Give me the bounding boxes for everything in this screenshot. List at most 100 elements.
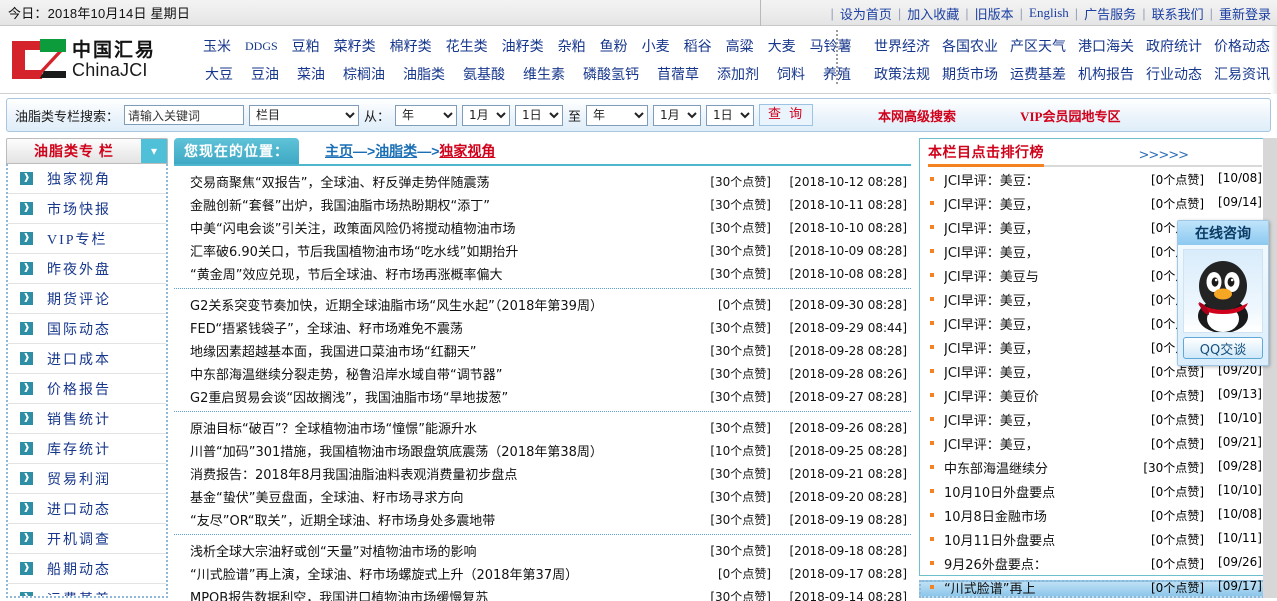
set-homepage-link[interactable]: 设为首页 (840, 4, 892, 23)
article-row[interactable]: 浅析全球大宗油籽或创“天量”对植物油市场的影响[30个点赞][2018-09-1… (174, 539, 911, 562)
nav-item-wheat[interactable]: 小麦 (635, 36, 677, 56)
nav-item-palmoil[interactable]: 棕榈油 (334, 64, 394, 84)
to-year-select[interactable]: 年 (586, 105, 648, 126)
article-title[interactable]: 消费报告：2018年8月我国油脂油料表观消费量初步盘点 (190, 464, 699, 483)
article-title[interactable]: FED“捂紧钱袋子”，全球油、籽市场难免不震荡 (190, 318, 699, 337)
nav-item-port-customs[interactable]: 港口海关 (1072, 36, 1140, 56)
nav-item-paddy[interactable]: 稻谷 (677, 36, 719, 56)
nav-item-fishmeal[interactable]: 鱼粉 (593, 36, 635, 56)
nav-item-policy-regulation[interactable]: 政策法规 (868, 64, 936, 84)
article-row[interactable]: “川式脸谱”再上演，全球油、籽市场螺旋式上升（2018年第37周）[0个点赞][… (174, 562, 911, 585)
site-logo[interactable]: 中国汇易 ChinaJCI (0, 26, 196, 94)
nav-item-oils[interactable]: 油脂类 (394, 64, 454, 84)
article-row[interactable]: G2重启贸易会谈“因故搁浅”，我国油脂市场“旱地拔葱”[30个点赞][2018-… (174, 385, 911, 408)
article-row[interactable]: FED“捂紧钱袋子”，全球油、籽市场难免不震荡[30个点赞][2018-09-2… (174, 316, 911, 339)
query-button[interactable]: 查 询 (759, 104, 813, 126)
ranking-item-title[interactable]: 9月26外盘要点： (944, 554, 1140, 573)
breadcrumb-home-link[interactable]: 主页 (325, 141, 353, 161)
article-title[interactable]: “川式脸谱”再上演，全球油、籽市场螺旋式上升（2018年第37周） (190, 564, 699, 583)
to-day-select[interactable]: 1日 (706, 105, 754, 126)
article-title[interactable]: “友尽”OR“取关”，近期全球油、籽市场身处多震地带 (190, 510, 699, 529)
article-row[interactable]: G2关系突变节奏加快，近期全球油脂市场“风生水起”（2018年第39周）[0个点… (174, 293, 911, 316)
article-title[interactable]: 基金“蛰伏”美豆盘面，全球油、籽市场寻求方向 (190, 487, 699, 506)
qq-chat-button[interactable]: QQ交谈 (1183, 337, 1263, 359)
nav-item-vitamin[interactable]: 维生素 (514, 64, 574, 84)
online-consult-widget[interactable]: 在线咨询 QQ交谈 (1177, 220, 1269, 366)
sidebar-header[interactable]: 油脂类专 栏 ▾ (6, 138, 168, 164)
article-title[interactable]: G2关系突变节奏加快，近期全球油脂市场“风生水起”（2018年第39周） (190, 295, 699, 314)
article-title[interactable]: 原油目标“破百”？全球植物油市场“憧憬”能源升水 (190, 418, 699, 437)
ranking-item-title[interactable]: JCI早评：美豆， (944, 338, 1140, 357)
article-row[interactable]: 金融创新“套餐”出炉，我国油脂市场热盼期权“添丁”[30个点赞][2018-10… (174, 193, 911, 216)
old-version-link[interactable]: 旧版本 (975, 4, 1014, 23)
nav-item-ddgs[interactable]: DDGS (238, 39, 285, 54)
article-row[interactable]: 地缘因素超越基本面，我国进口菜油市场“红翻天”[30个点赞][2018-09-2… (174, 339, 911, 362)
article-row[interactable]: 消费报告：2018年8月我国油脂油料表观消费量初步盘点[30个点赞][2018-… (174, 462, 911, 485)
list-item[interactable]: JCI早评：美豆，[0个点赞][09/21] (928, 431, 1262, 455)
ranking-item-title[interactable]: JCI早评：美豆， (944, 290, 1140, 309)
ranking-item-title[interactable]: JCI早评：美豆， (944, 218, 1140, 237)
ranking-item-title[interactable]: JCI早评：美豆， (944, 434, 1140, 453)
article-row[interactable]: 中美“闪电会谈”引关注，政策面风险仍将搅动植物油市场[30个点赞][2018-1… (174, 216, 911, 239)
sidebar-item-import-trends[interactable]: ❱进口动态 (8, 494, 166, 524)
article-row[interactable]: 基金“蛰伏”美豆盘面，全球油、籽市场寻求方向[30个点赞][2018-09-20… (174, 485, 911, 508)
nav-item-global-agriculture[interactable]: 各国农业 (936, 36, 1004, 56)
chevron-down-icon[interactable]: ▾ (141, 139, 167, 163)
sidebar-item-price-report[interactable]: ❱价格报告 (8, 374, 166, 404)
nav-item-sorghum[interactable]: 高粱 (719, 36, 761, 56)
sidebar-item-trade-profit[interactable]: ❱贸易利润 (8, 464, 166, 494)
sidebar-item-import-cost[interactable]: ❱进口成本 (8, 344, 166, 374)
ranking-item-title[interactable]: 10月10日外盘要点 (944, 482, 1140, 501)
page-scrollbar[interactable] (1263, 138, 1277, 598)
article-title[interactable]: 浅析全球大宗油籽或创“天量”对植物油市场的影响 (190, 541, 699, 560)
nav-item-dcp[interactable]: 磷酸氢钙 (574, 64, 648, 84)
article-row[interactable]: “友尽”OR“取关”，近期全球油、籽市场身处多震地带[30个点赞][2018-0… (174, 508, 911, 531)
nav-item-futures-market[interactable]: 期货市场 (936, 64, 1004, 84)
nav-item-oilseed[interactable]: 油籽类 (495, 36, 551, 56)
article-title[interactable]: G2重启贸易会谈“因故搁浅”，我国油脂市场“旱地拔葱” (190, 387, 699, 406)
from-month-select[interactable]: 1月 (462, 105, 510, 126)
breadcrumb-category-link[interactable]: 油脂类 (375, 141, 417, 161)
nav-item-institution-report[interactable]: 机构报告 (1072, 64, 1140, 84)
article-row[interactable]: 川普“加码”301措施，我国植物油市场跟盘筑底震荡（2018年第38周）[10个… (174, 439, 911, 462)
nav-item-corn[interactable]: 玉米 (196, 36, 238, 56)
nav-item-rapeseed[interactable]: 菜籽类 (327, 36, 383, 56)
list-item[interactable]: JCI早评：美豆，[0个点赞][09/14] (928, 191, 1262, 215)
article-title[interactable]: 中东部海温继续分裂走势，秘鲁沿岸水域自带“调节器” (190, 364, 699, 383)
from-year-select[interactable]: 年 (395, 105, 457, 126)
ranking-item-title[interactable]: JCI早评：美豆， (944, 362, 1140, 381)
sidebar-item-international[interactable]: ❱国际动态 (8, 314, 166, 344)
sidebar-item-market-express[interactable]: ❱市场快报 (8, 194, 166, 224)
list-item[interactable]: 10月11日外盘要点[0个点赞][10/11] (928, 527, 1262, 551)
article-title[interactable]: 地缘因素超越基本面，我国进口菜油市场“红翻天” (190, 341, 699, 360)
nav-item-barley[interactable]: 大麦 (761, 36, 803, 56)
ranking-item-title[interactable]: JCI早评：美豆， (944, 194, 1140, 213)
english-link[interactable]: English (1029, 5, 1069, 21)
sidebar-item-freight-basis[interactable]: ❱运费基差 (8, 584, 166, 598)
list-item[interactable]: JCI早评：美豆，[0个点赞][10/10] (928, 407, 1262, 431)
nav-item-peanut[interactable]: 花生类 (439, 36, 495, 56)
relogin-link[interactable]: 重新登录 (1219, 4, 1271, 23)
nav-item-gov-statistics[interactable]: 政府统计 (1140, 36, 1208, 56)
ranking-item-title[interactable]: 中东部海温继续分 (944, 458, 1140, 477)
article-title[interactable]: 金融创新“套餐”出炉，我国油脂市场热盼期权“添丁” (190, 195, 699, 214)
ranking-item-title[interactable]: JCI早评：美豆与 (944, 266, 1140, 285)
ranking-more-link[interactable]: >>>>> (1139, 148, 1262, 165)
list-item[interactable]: JCI早评：美豆价[0个点赞][09/13] (928, 383, 1262, 407)
vip-zone-link[interactable]: VIP会员园地专区 (1020, 106, 1120, 125)
search-input[interactable] (124, 105, 244, 125)
sidebar-item-inventory-stats[interactable]: ❱库存统计 (8, 434, 166, 464)
nav-item-rapeoil[interactable]: 菜油 (288, 64, 334, 84)
sidebar-item-exclusive[interactable]: ❱独家视角 (8, 164, 166, 194)
nav-item-soymeal[interactable]: 豆粕 (285, 36, 327, 56)
article-title[interactable]: MPOB报告数据利空，我国进口植物油市场缓慢复苏 (190, 587, 699, 601)
nav-item-region-weather[interactable]: 产区天气 (1004, 36, 1072, 56)
contact-us-link[interactable]: 联系我们 (1152, 4, 1204, 23)
nav-item-soyoil[interactable]: 豆油 (242, 64, 288, 84)
nav-item-jci-news[interactable]: 汇易资讯 (1208, 64, 1276, 84)
article-row[interactable]: “黄金周”效应兑现，节后全球油、籽市场再涨概率偏大[30个点赞][2018-10… (174, 262, 911, 285)
from-day-select[interactable]: 1日 (515, 105, 563, 126)
add-favorite-link[interactable]: 加入收藏 (907, 4, 959, 23)
list-item[interactable]: 10月10日外盘要点[0个点赞][10/10] (928, 479, 1262, 503)
article-row[interactable]: 中东部海温继续分裂走势，秘鲁沿岸水域自带“调节器”[30个点赞][2018-09… (174, 362, 911, 385)
